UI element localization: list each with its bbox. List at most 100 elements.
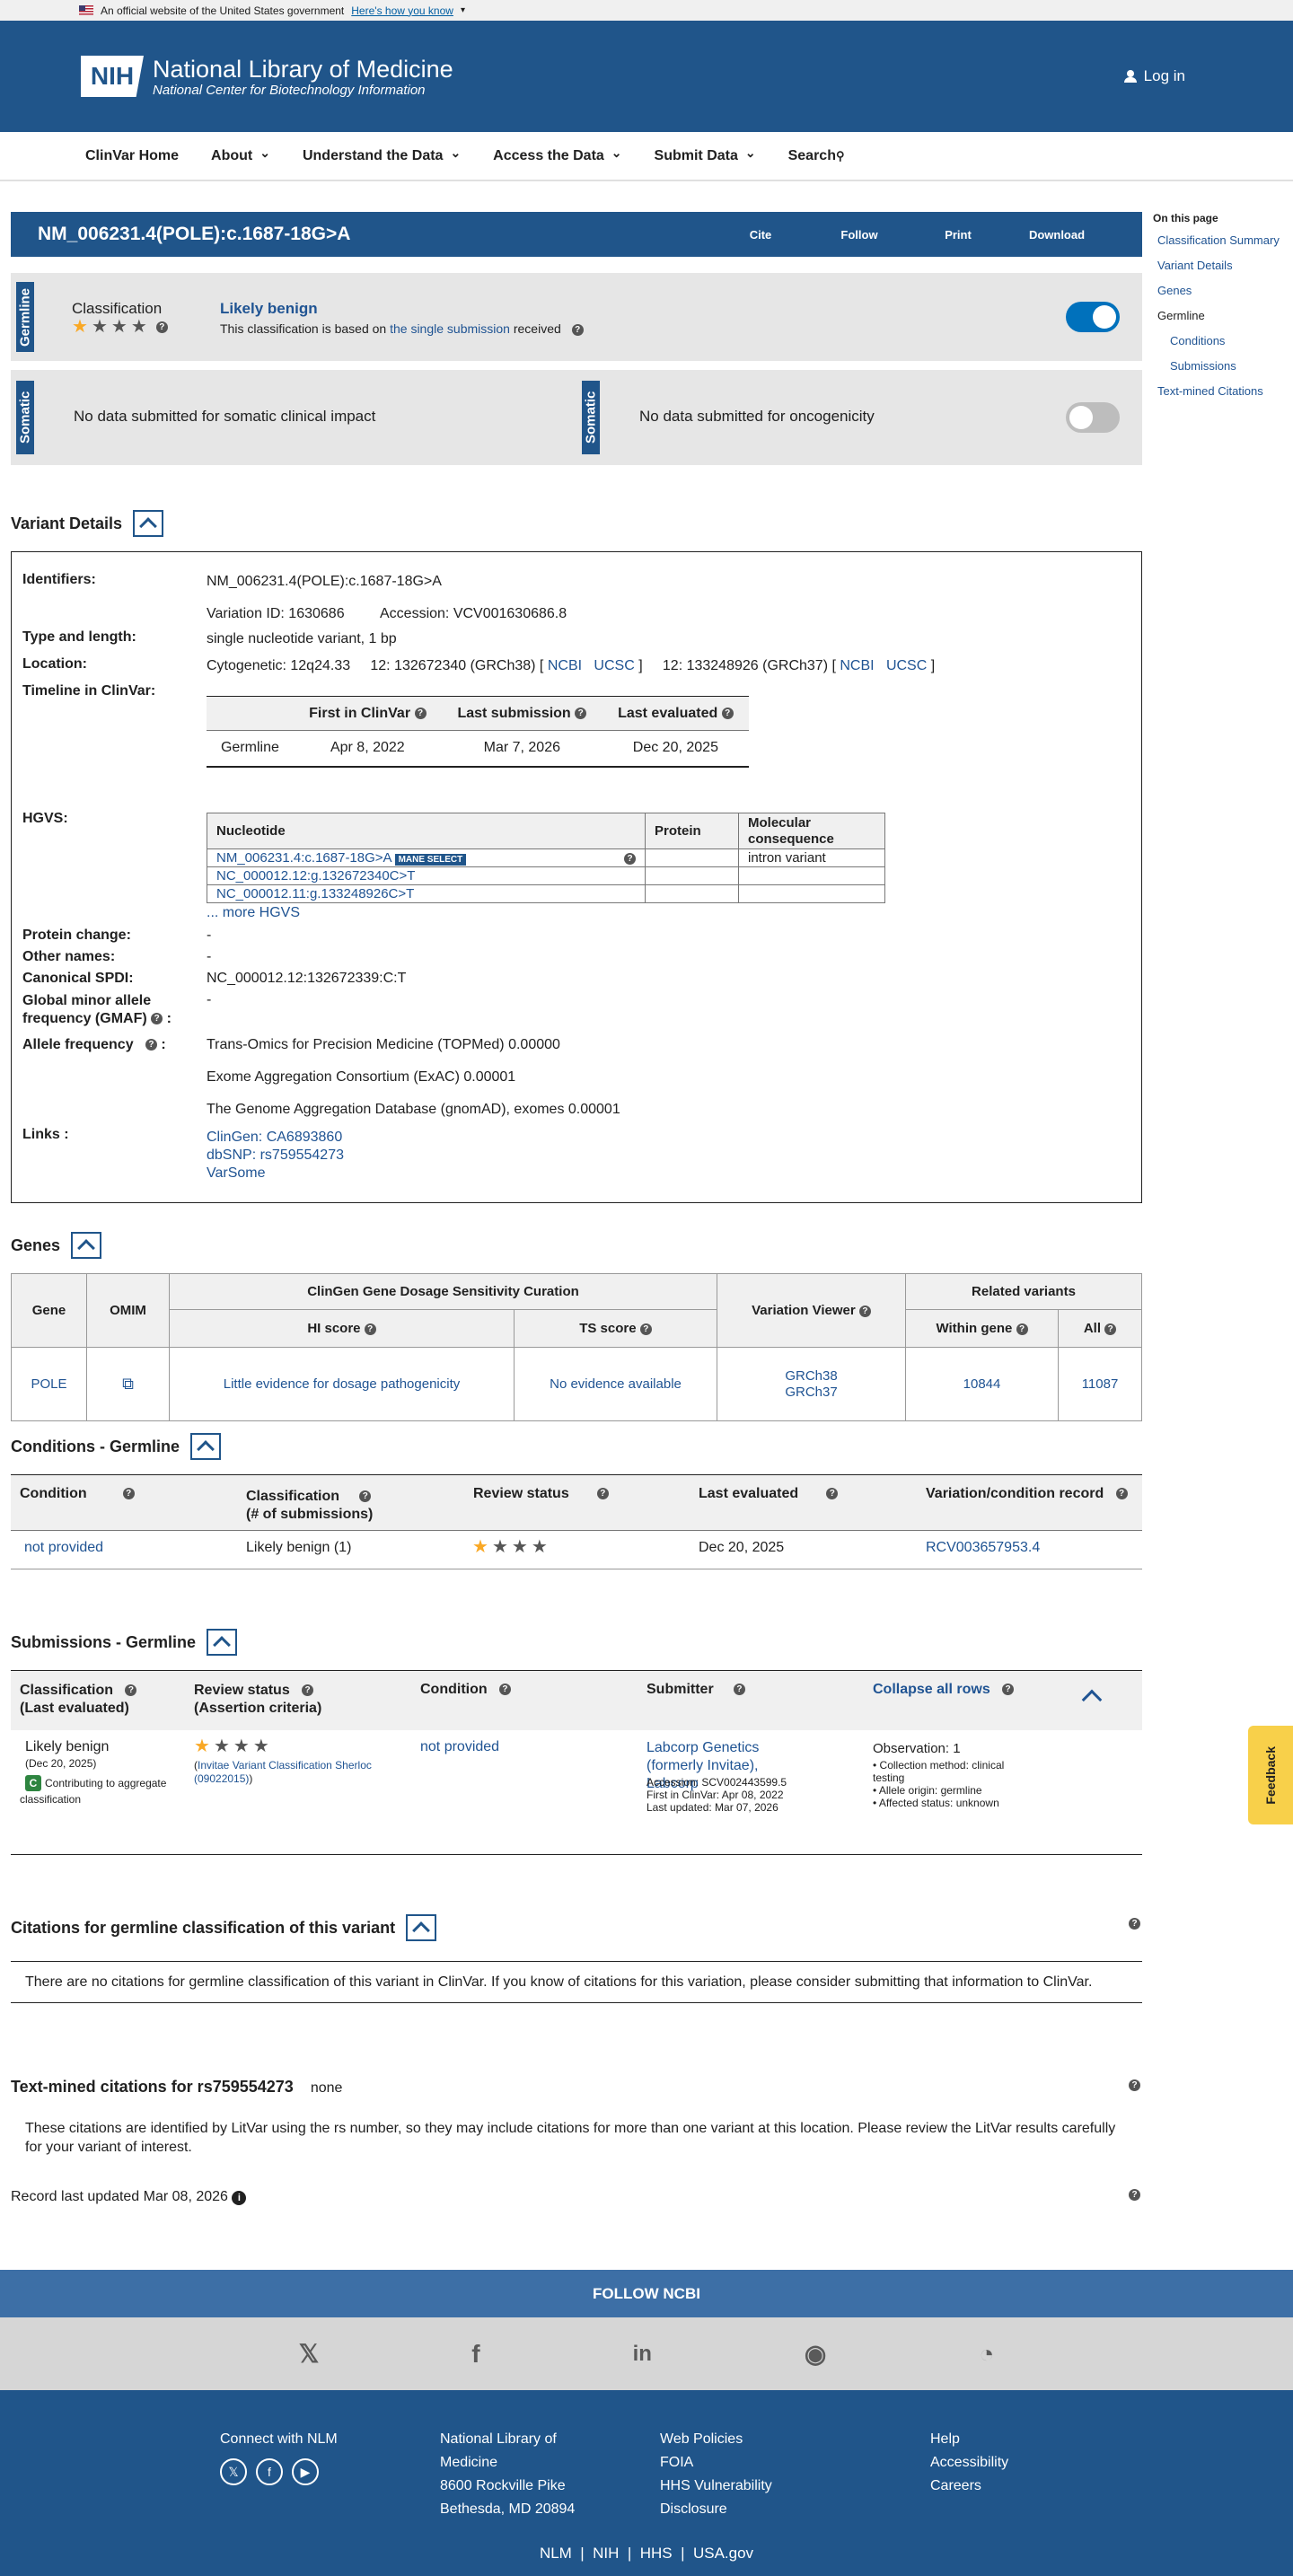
help-icon[interactable]: ? [359,1490,372,1503]
collapse-submissions-button[interactable] [207,1629,238,1656]
web-policies-link[interactable]: Web Policies [660,2428,772,2451]
facebook-icon[interactable]: f [471,2340,479,2369]
help-icon[interactable]: ? [826,1488,839,1500]
collapse-all-rows[interactable]: Collapse all rows ? [873,1682,1015,1698]
germline-classification[interactable]: Likely benign [220,300,318,318]
print-button[interactable]: Print [909,228,1007,242]
help-icon[interactable]: ? [498,1684,511,1696]
help-icon[interactable]: ? [571,323,584,336]
collapse-citations-button[interactable] [406,1914,437,1941]
varsome-link[interactable]: VarSome [207,1165,266,1181]
hgvs-link[interactable]: NC_000012.11:g.133248926C>T [216,886,414,901]
help-icon[interactable]: ? [733,1684,745,1696]
germline-toggle[interactable] [1066,302,1120,332]
help-icon[interactable]: ? [639,1323,652,1335]
toc-genes[interactable]: Genes [1153,284,1288,297]
help-icon[interactable]: ? [1115,1488,1128,1500]
help-icon[interactable]: ? [1129,2079,1140,2091]
hi-score-link[interactable]: Little evidence for dosage pathogenicity [224,1376,461,1392]
single-submission-link[interactable]: the single submission [390,321,510,336]
pole-gene-link[interactable]: POLE [31,1376,66,1392]
toc-conditions[interactable]: Conditions [1153,334,1288,347]
hhs-vulnerability-link[interactable]: HHS Vulnerability [660,2475,772,2498]
nih-logo[interactable]: NIH [81,56,144,97]
usagov-link[interactable]: USA.gov [693,2545,753,2562]
all-variants-link[interactable]: 11087 [1082,1376,1119,1392]
toc-germline[interactable]: Germline [1153,309,1288,322]
youtube-icon[interactable]: ▶ [292,2458,319,2485]
more-hgvs-link[interactable]: ... more HGVS [207,905,300,921]
linkedin-icon[interactable]: in [633,2342,652,2367]
cite-button[interactable]: Cite [711,228,810,242]
hgvs-link[interactable]: NC_000012.12:g.132672340C>T [216,868,415,884]
grch37-viewer-link[interactable]: GRCh37 [785,1385,837,1400]
hhs-link[interactable]: HHS [640,2545,673,2562]
help-icon[interactable]: ? [1016,1323,1028,1335]
condition-link[interactable]: not provided [24,1540,103,1555]
heres-how-link[interactable]: Here's how you know [351,4,453,17]
help-icon[interactable]: ? [302,1684,314,1697]
help-icon[interactable]: ? [721,707,734,719]
toc-text-mined[interactable]: Text-mined Citations [1153,384,1288,398]
ncbi-link-38[interactable]: NCBI [548,658,582,673]
ncbi-link-37[interactable]: NCBI [840,658,874,673]
nav-submit[interactable]: Submit Data [655,148,756,164]
help-icon[interactable]: ? [596,1488,609,1500]
help-icon[interactable]: ? [155,321,168,333]
download-button[interactable]: Download [1007,228,1106,242]
assertion-criteria-link[interactable]: Invitae Variant Classification Sherloc (… [194,1759,372,1785]
accessibility-link[interactable]: Accessibility [930,2451,1008,2475]
collapse-genes-button[interactable] [71,1232,102,1259]
help-icon[interactable]: ? [1002,1684,1015,1696]
ucsc-link-38[interactable]: UCSC [594,658,634,673]
help-icon[interactable]: ? [122,1488,135,1500]
help-icon[interactable]: ? [1129,2189,1140,2201]
nav-search[interactable]: Search⚲ [788,148,845,164]
nav-understand[interactable]: Understand the Data [303,148,461,164]
github-icon[interactable]: ◉ [805,2339,826,2369]
follow-button[interactable]: Follow [810,228,909,242]
collapse-conditions-button[interactable] [190,1433,222,1460]
external-link-icon[interactable]: ⧉ [122,1375,134,1393]
x-twitter-icon[interactable]: 𝕏 [299,2339,320,2369]
ts-score-link[interactable]: No evidence available [550,1376,682,1392]
help-icon[interactable]: ? [364,1323,376,1335]
dbsnp-link[interactable]: dbSNP: rs759554273 [207,1147,344,1163]
help-icon[interactable]: ? [145,1039,157,1051]
help-icon[interactable]: ? [624,853,636,865]
rcv-link[interactable]: RCV003657953.4 [926,1540,1040,1555]
facebook-icon[interactable]: f [256,2458,283,2485]
help-icon[interactable]: ? [575,707,587,719]
help-icon[interactable]: ? [151,1013,163,1025]
x-twitter-icon[interactable]: 𝕏 [220,2458,247,2485]
login-button[interactable]: Log in [1123,67,1185,85]
nav-about[interactable]: About [211,148,270,164]
nih-link[interactable]: NIH [593,2545,619,2562]
ucsc-link-37[interactable]: UCSC [886,658,927,673]
help-icon[interactable]: ? [858,1305,871,1317]
careers-link[interactable]: Careers [930,2475,1008,2498]
toc-variant-details[interactable]: Variant Details [1153,259,1288,272]
help-icon[interactable]: ? [1104,1323,1117,1335]
help-icon[interactable]: ? [125,1684,137,1697]
clingen-link[interactable]: ClinGen: CA6893860 [207,1130,342,1145]
collapse-variant-details-button[interactable] [133,510,164,537]
help-link[interactable]: Help [930,2428,1008,2451]
chevron-down-icon[interactable]: ▾ [461,5,465,15]
toc-submissions[interactable]: Submissions [1153,359,1288,373]
nav-clinvar-home[interactable]: ClinVar Home [85,148,179,164]
rss-icon[interactable]: ◔ [979,2340,994,2369]
disclosure-link[interactable]: Disclosure [660,2498,772,2521]
feedback-button[interactable]: Feedback [1248,1726,1293,1824]
sub-condition-link[interactable]: not provided [420,1739,499,1754]
nav-access[interactable]: Access the Data [493,148,621,164]
grch38-viewer-link[interactable]: GRCh38 [785,1368,837,1384]
somatic-toggle[interactable] [1066,402,1120,433]
hgvs-link[interactable]: NM_006231.4:c.1687-18G>A [216,850,392,866]
nlm-brand[interactable]: NIH National Library of Medicine Nationa… [81,56,453,98]
toc-classification-summary[interactable]: Classification Summary [1153,233,1288,247]
help-icon[interactable]: ? [414,707,427,719]
within-gene-link[interactable]: 10844 [963,1376,1001,1392]
help-icon[interactable]: ? [1129,1918,1140,1930]
nlm-link[interactable]: NLM [540,2545,572,2562]
